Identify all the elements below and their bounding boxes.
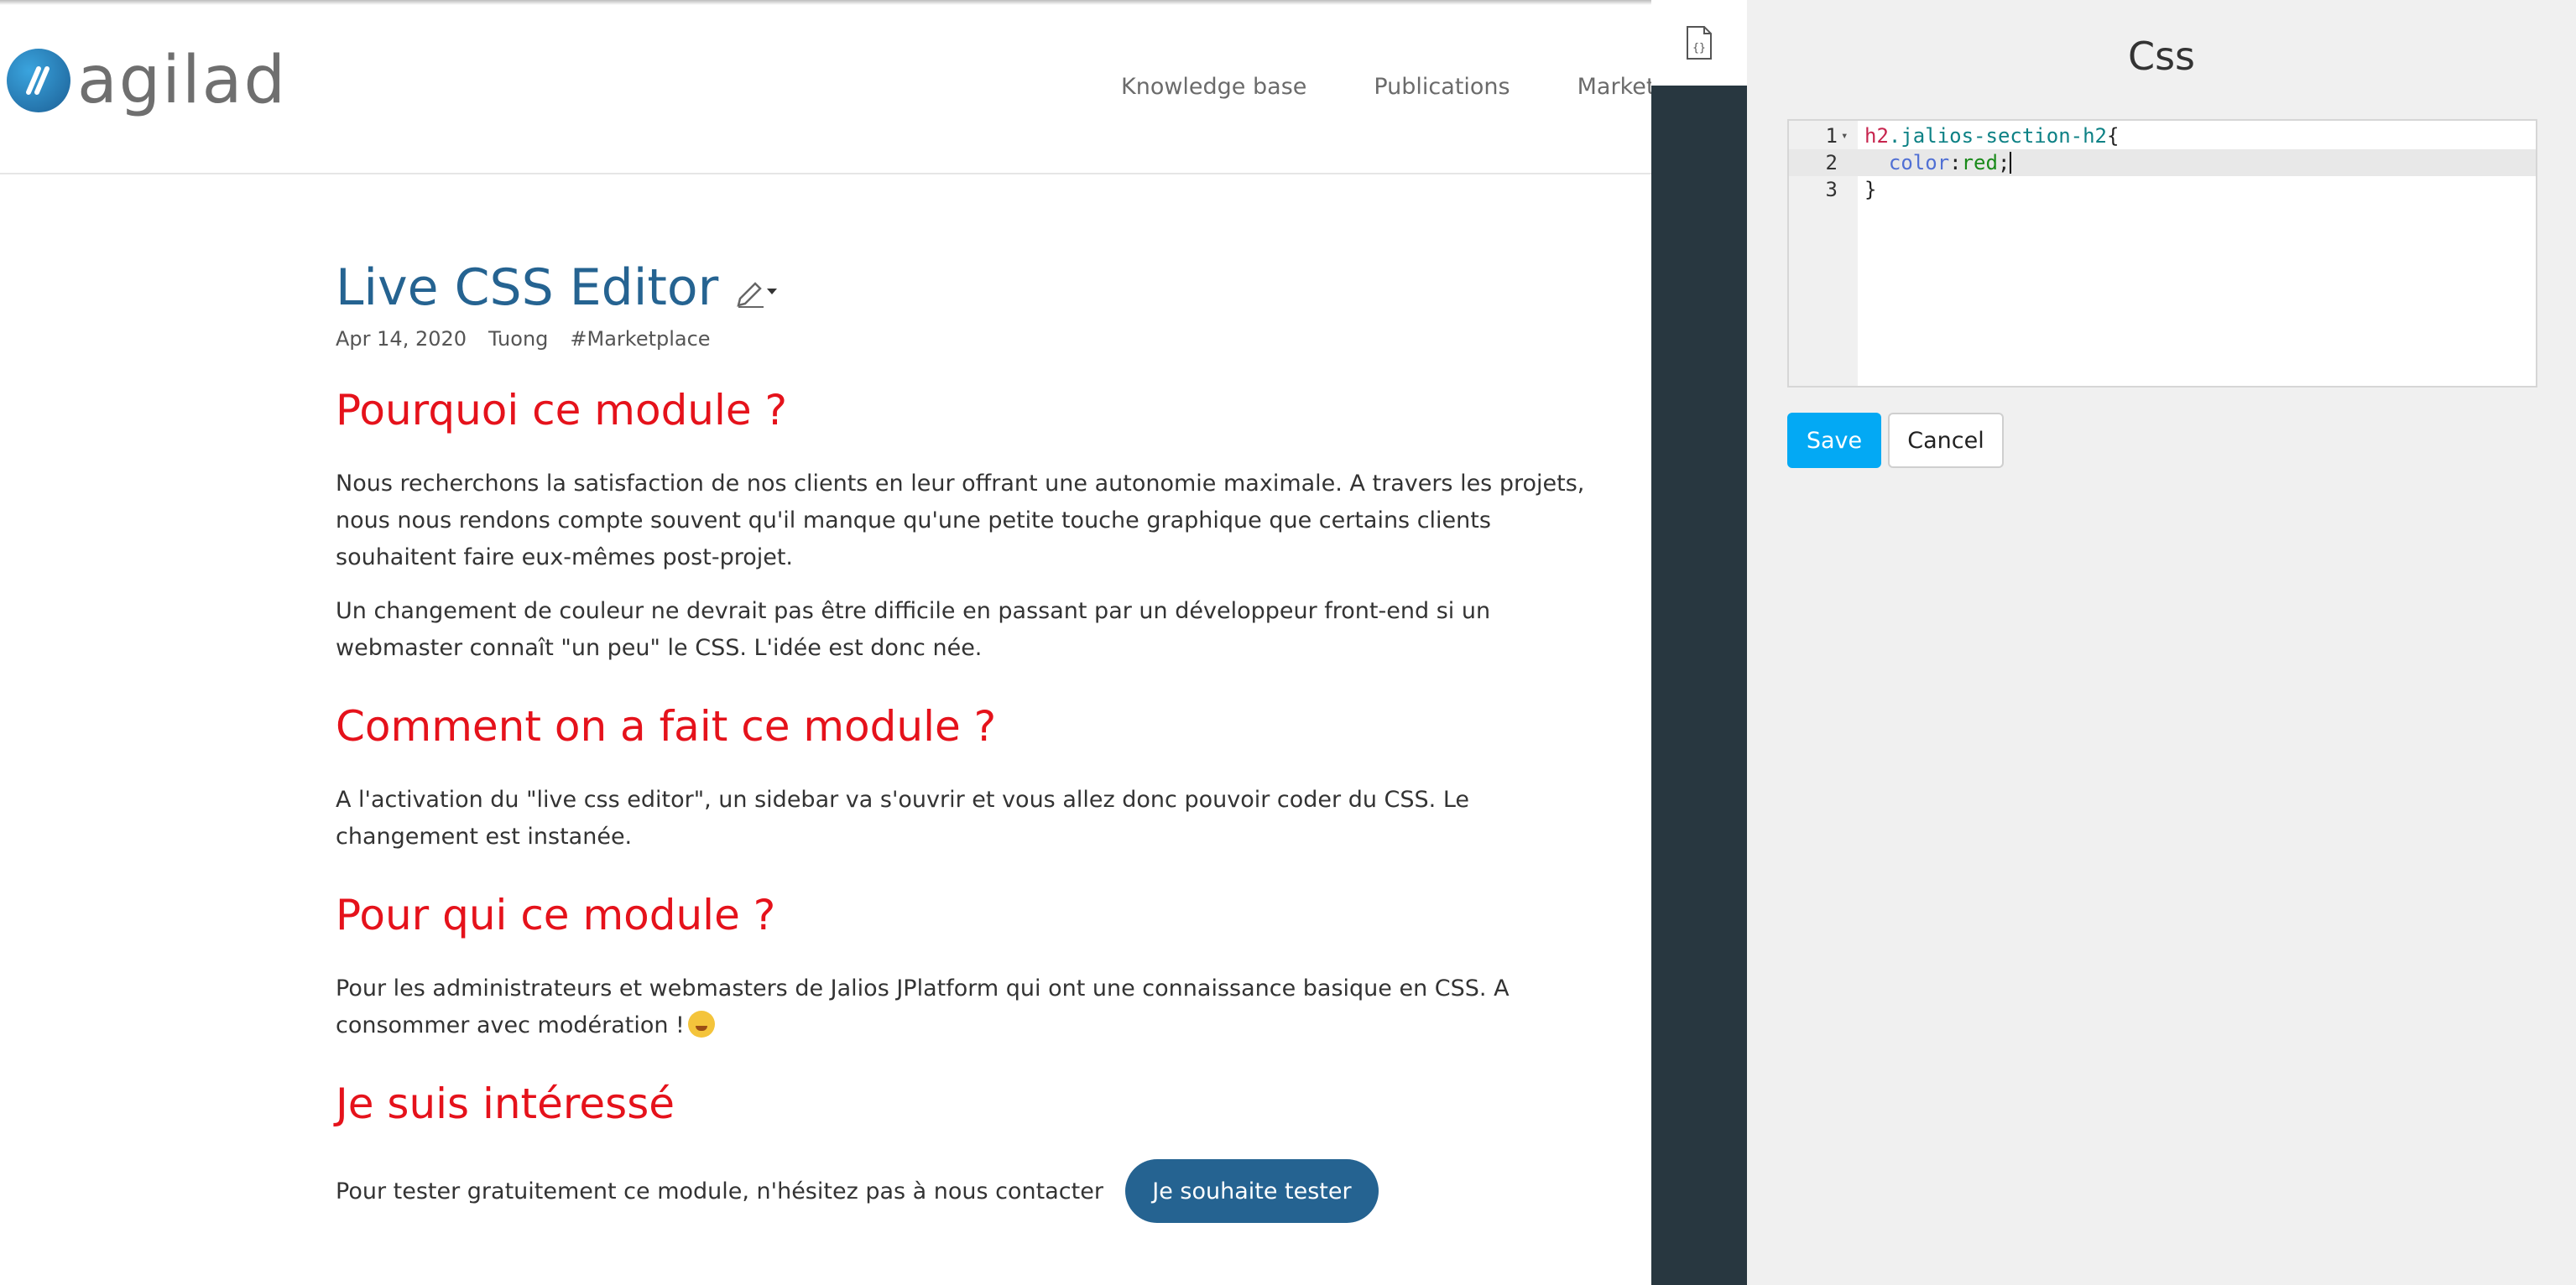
sweat-smile-emoji-icon [687, 1011, 715, 1038]
title-row: Live CSS Editor [336, 260, 1594, 315]
line-number: 1 [1825, 124, 1838, 148]
code-text: h2.jalios-section-h2{ [1864, 122, 2119, 149]
css-editor-panel: Css 1 ▾ h2.jalios-section-h2{ 2 color:re… [1747, 0, 2576, 1285]
code-text: color:red; [1888, 151, 2012, 174]
css-tab[interactable]: {} [1651, 0, 1747, 86]
agilad-logo-icon [7, 49, 70, 112]
section-heading: Je suis intéressé [336, 1080, 675, 1128]
css-brace: } [1864, 178, 1877, 201]
logo[interactable]: agilad [7, 45, 287, 116]
edit-menu[interactable] [733, 277, 779, 310]
code-editor[interactable]: 1 ▾ h2.jalios-section-h2{ 2 color:red; 3… [1787, 119, 2537, 388]
cta-text: Pour tester gratuitement ce module, n'hé… [336, 1178, 1103, 1204]
editor-actions: Save Cancel [1787, 413, 2004, 468]
css-brace: { [2107, 124, 2120, 148]
code-line[interactable]: 1 ▾ h2.jalios-section-h2{ [1789, 122, 2536, 149]
page-title: Live CSS Editor [336, 258, 719, 317]
cta-row: Pour tester gratuitement ce module, n'hé… [336, 1159, 1594, 1223]
fold-arrow-icon[interactable]: ▾ [1841, 122, 1848, 149]
css-file-icon: {} [1687, 26, 1712, 60]
code-line[interactable]: 3 } [1789, 176, 2536, 203]
article-tag[interactable]: #Marketplace [570, 327, 710, 351]
svg-text:{}: {} [1692, 42, 1706, 55]
article-author[interactable]: Tuong [488, 327, 548, 351]
save-button[interactable]: Save [1787, 413, 1881, 468]
section-heading: Comment on a fait ce module ? [336, 702, 997, 751]
pencil-icon [737, 282, 778, 308]
nav-knowledge-base[interactable]: Knowledge base [1121, 74, 1306, 100]
section-heading: Pour qui ce module ? [336, 891, 776, 939]
section-heading: Pourquoi ce module ? [336, 386, 788, 434]
test-request-button[interactable]: Je souhaite tester [1124, 1159, 1379, 1223]
css-value: red [1961, 151, 1998, 174]
article-date: Apr 14, 2020 [336, 327, 467, 351]
cancel-button[interactable]: Cancel [1888, 413, 2004, 468]
css-property: color [1888, 151, 1950, 174]
paragraph: Pour les administrateurs et webmasters d… [336, 970, 1594, 1044]
paragraph-text: Pour les administrateurs et webmasters d… [336, 975, 1510, 1038]
line-number: 3 [1825, 178, 1838, 201]
nav-publications[interactable]: Publications [1374, 74, 1510, 100]
site-header: agilad Knowledge base Publications Marke… [0, 0, 1690, 174]
code-line-active[interactable]: 2 color:red; [1789, 149, 2536, 176]
paragraph: Un changement de couleur ne devrait pas … [336, 598, 1491, 661]
line-number: 2 [1825, 151, 1838, 174]
panel-title: Css [2127, 34, 2196, 79]
article: Live CSS Editor Apr 14, 2020 Tuong #Mark… [336, 260, 1594, 1223]
text-cursor [2010, 152, 2012, 174]
code-text: } [1864, 176, 1876, 203]
css-class: .jalios-section-h2 [1888, 124, 2107, 148]
sidebar-strip [1651, 0, 1747, 1285]
article-meta: Apr 14, 2020 Tuong #Marketplace [336, 327, 1594, 351]
logo-text: agilad [77, 43, 287, 118]
css-selector: h2 [1864, 124, 1889, 148]
main-nav: Knowledge base Publications Marketpla [1121, 74, 1690, 100]
paragraph: A l'activation du "live css editor", un … [336, 787, 1470, 850]
paragraph: Nous recherchons la satisfaction de nos … [336, 471, 1585, 570]
